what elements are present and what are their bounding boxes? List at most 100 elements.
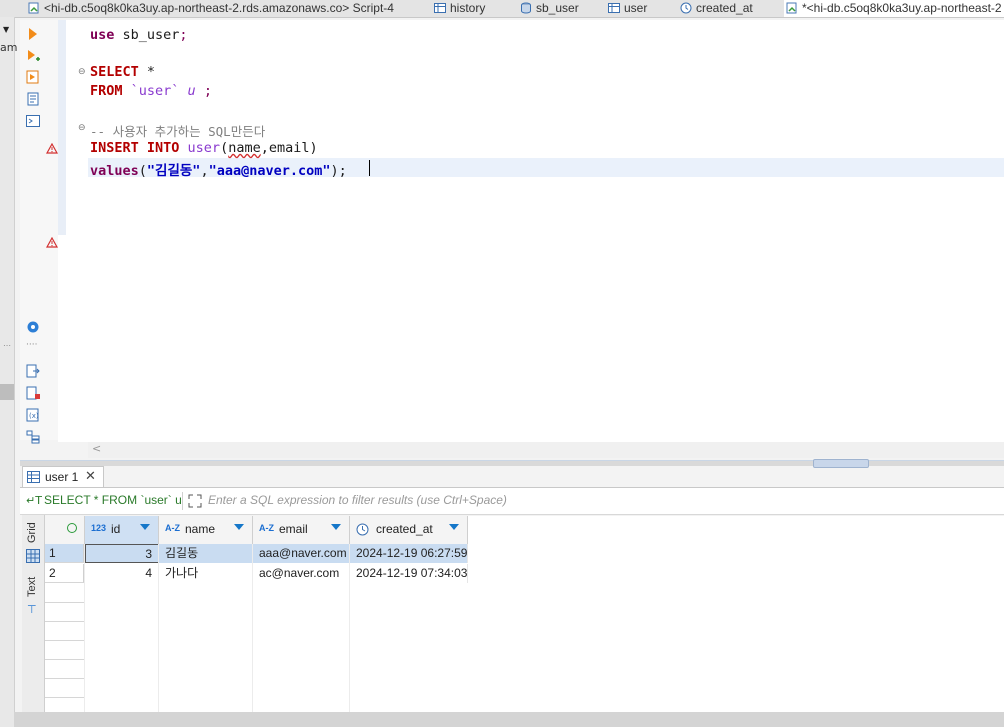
sort-dropdown-icon[interactable] (449, 524, 459, 530)
file-error-icon[interactable] (25, 385, 41, 401)
chevron-down-icon[interactable]: ▼ (3, 25, 9, 34)
grid-icon[interactable] (26, 549, 40, 563)
close-icon[interactable]: ✕ (85, 469, 96, 484)
left-panel-edge: ▼ am ⋯ (0, 17, 18, 727)
row-divider (45, 602, 84, 603)
row-divider (45, 697, 84, 698)
expand-icon[interactable] (188, 494, 202, 508)
splitter-handle[interactable] (813, 459, 869, 468)
warning-icon (46, 237, 58, 248)
editor-tab-bar: <hi-db.c5oq8k0ka3uy.ap-northeast-2.rds.a… (0, 0, 1004, 18)
row-header-corner[interactable] (45, 516, 85, 545)
table-icon (608, 3, 620, 13)
tab-created-at[interactable]: created_at (678, 0, 753, 17)
tab-script-active[interactable]: *<hi-db.c5oq8k0ka3uy.ap-northeast-2 (784, 0, 1004, 17)
sql-script-icon (786, 2, 797, 14)
result-view-tabs: Grid Text ⊤ (22, 515, 45, 727)
sort-dropdown-icon[interactable] (140, 524, 150, 530)
cell-name[interactable]: 가나다 (159, 564, 253, 583)
column-divider (158, 544, 159, 712)
column-header-name[interactable]: A-Z name (159, 516, 253, 545)
export-icon[interactable] (25, 363, 41, 379)
tab-label: *<hi-db.c5oq8k0ka3uy.ap-northeast-2 (802, 1, 1002, 15)
text-caret (369, 160, 370, 176)
row-divider (45, 640, 84, 641)
tab-label: <hi-db.c5oq8k0ka3uy.ap-northeast-2.rds.a… (44, 1, 394, 15)
result-tab-user-1[interactable]: user 1 ✕ (22, 466, 104, 488)
panel-splitter[interactable] (20, 459, 1004, 468)
editor-gutter (46, 20, 58, 440)
tab-grid[interactable]: Grid (26, 522, 38, 543)
execute-script-icon[interactable] (25, 69, 41, 85)
cell-created-at[interactable]: 2024-12-19 06:27:59 (350, 544, 468, 563)
code-line-2: SELECT * (90, 64, 156, 80)
tab-label: created_at (696, 1, 753, 15)
tab-label: user (624, 1, 648, 15)
code-line-insert: INSERT INTO user(name,email) (90, 140, 318, 156)
code-line-comment: -- 사용자 추가하는 SQL만든다 (90, 124, 266, 139)
result-grid: 123 id A-Z name A-Z email created_at 1 3… (45, 516, 1004, 712)
tab-history[interactable]: history (432, 0, 485, 17)
more-dots-icon: ···· (26, 340, 38, 350)
column-header-id[interactable]: 123 id (85, 516, 159, 545)
tab-label: history (450, 1, 486, 15)
tab-label: sb_user (536, 1, 579, 15)
tab-script-4[interactable]: <hi-db.c5oq8k0ka3uy.ap-northeast-2.rds.a… (26, 0, 394, 17)
warning-icon (46, 143, 58, 154)
sql-source-icon: ↵T (26, 494, 42, 507)
table-icon (434, 3, 446, 13)
explain-plan-icon[interactable] (25, 91, 41, 107)
cell-email[interactable]: aaa@naver.com (253, 544, 350, 563)
code-line-1: use sb_user; (90, 27, 188, 43)
row-divider (45, 678, 84, 679)
column-divider (349, 544, 350, 712)
editor-horizontal-scrollbar[interactable]: < (88, 442, 1004, 458)
text-view-icon[interactable]: ⊤ (27, 603, 37, 616)
variables-icon[interactable]: (x) (25, 407, 41, 423)
cell-id[interactable]: 4 (85, 564, 159, 583)
row-number[interactable]: 1 (45, 544, 84, 563)
sql-script-icon (28, 2, 39, 14)
column-divider (252, 544, 253, 712)
editor-ruler (58, 20, 66, 235)
tab-user[interactable]: user (606, 0, 647, 17)
column-header-created-at[interactable]: created_at (350, 516, 468, 545)
record-indicator-icon (67, 523, 77, 533)
row-divider (45, 659, 84, 660)
row-number[interactable]: 2 (45, 564, 84, 583)
result-query-text: SELECT * FROM `user` u (44, 493, 182, 507)
fold-toggle-icon[interactable]: ⊖ (78, 68, 87, 77)
cell-created-at[interactable]: 2024-12-19 07:34:03 (350, 564, 468, 583)
cell-email[interactable]: ac@naver.com (253, 564, 350, 583)
truncated-panel-text: am (0, 41, 18, 54)
clock-icon (356, 523, 369, 536)
clock-icon (680, 2, 692, 14)
text-type-icon: A-Z (259, 523, 274, 533)
scroll-left-icon[interactable]: < (92, 442, 101, 455)
outline-icon[interactable] (25, 429, 41, 445)
sort-dropdown-icon[interactable] (234, 524, 244, 530)
filter-input[interactable]: Enter a SQL expression to filter results… (208, 493, 507, 507)
gear-icon[interactable] (25, 319, 41, 335)
divider (182, 492, 183, 510)
cell-name[interactable]: 김길동 (159, 544, 253, 563)
database-icon (521, 2, 531, 14)
table-icon (27, 471, 40, 483)
fold-toggle-icon[interactable]: ⊖ (78, 124, 87, 133)
result-tab-label: user 1 (45, 470, 79, 484)
svg-text:(x): (x) (29, 412, 39, 420)
row-divider (45, 621, 84, 622)
execute-statement-icon[interactable] (25, 26, 41, 42)
cell-id[interactable]: 3 (85, 544, 159, 563)
text-type-icon: A-Z (165, 523, 180, 533)
tab-sb-user[interactable]: sb_user (518, 0, 579, 17)
tab-text[interactable]: Text (26, 577, 38, 597)
result-filter-bar: ↵T SELECT * FROM `user` u Enter a SQL ex… (20, 487, 1004, 515)
execute-new-tab-icon[interactable] (25, 48, 41, 64)
bottom-scrollbar[interactable] (14, 712, 1004, 727)
panel-dots-icon: ⋯ (3, 341, 11, 350)
column-divider (84, 544, 85, 712)
terminal-icon[interactable] (25, 113, 41, 129)
column-header-email[interactable]: A-Z email (253, 516, 350, 545)
sort-dropdown-icon[interactable] (331, 524, 341, 530)
